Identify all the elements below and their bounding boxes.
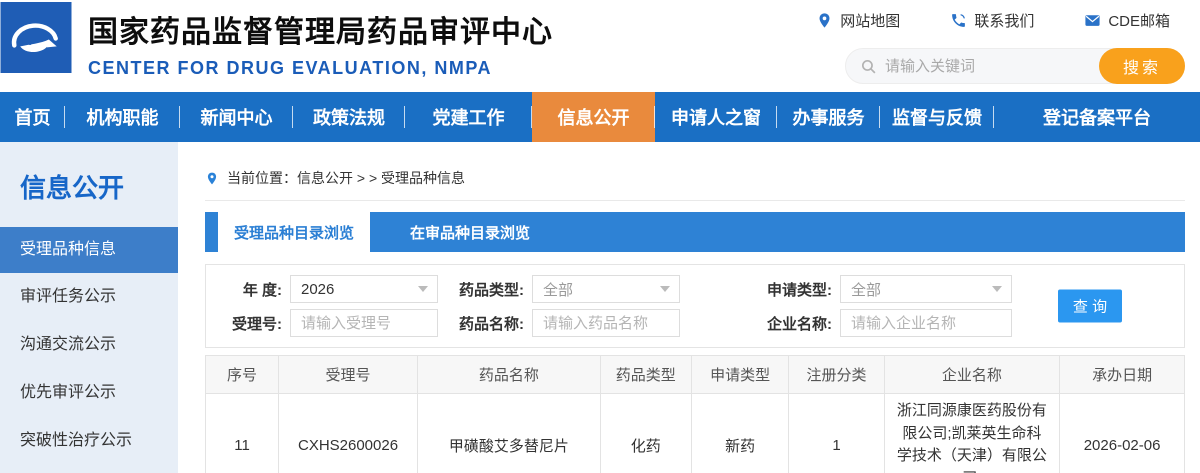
sitemap-link[interactable]: 网站地图 bbox=[816, 10, 900, 31]
mail-icon bbox=[1085, 15, 1100, 26]
accept-no-input[interactable] bbox=[290, 309, 438, 337]
apply-type-label: 申请类型: bbox=[767, 281, 832, 299]
chevron-down-icon bbox=[660, 286, 670, 292]
cell-company: 浙江同源康医药股份有限公司;凯莱英生命科学技术（天津）有限公司; bbox=[883, 393, 1061, 473]
main-nav: 首页 机构职能 新闻中心 政策法规 党建工作 信息公开 申请人之窗 办事服务 监… bbox=[0, 92, 1200, 142]
col-company: 企业名称 bbox=[883, 355, 1061, 394]
company-input[interactable] bbox=[840, 309, 1012, 337]
drug-name-label: 药品名称: bbox=[459, 315, 524, 333]
sidebar-menu: 受理品种信息 审评任务公示 沟通交流公示 优先审评公示 突破性治疗公示 bbox=[0, 227, 178, 465]
table-header-row: 序号 受理号 药品名称 药品类型 申请类型 注册分类 企业名称 承办日期 bbox=[204, 355, 1185, 394]
nav-item-party[interactable]: 党建工作 bbox=[405, 92, 532, 142]
nav-item-registration-platform[interactable]: 登记备案平台 bbox=[994, 92, 1200, 142]
content-area: 当前位置：信息公开 > > 受理品种信息 受理品种目录浏览 在审品种目录浏览 年… bbox=[178, 142, 1200, 473]
search-bar: 搜索 bbox=[845, 48, 1185, 84]
location-pin-icon bbox=[207, 172, 217, 184]
sitemap-label: 网站地图 bbox=[840, 13, 901, 30]
col-date: 承办日期 bbox=[1059, 355, 1185, 394]
col-apply-type: 申请类型 bbox=[690, 355, 790, 394]
col-seq: 序号 bbox=[204, 355, 280, 394]
query-button[interactable]: 查 询 bbox=[1058, 289, 1122, 323]
cell-drug-type: 化药 bbox=[599, 393, 692, 473]
chevron-down-icon bbox=[418, 286, 428, 292]
cell-drug-name: 甲磺酸艾多替尼片 bbox=[417, 393, 601, 473]
nav-item-policy[interactable]: 政策法规 bbox=[293, 92, 405, 142]
site-subtitle: CENTER FOR DRUG EVALUATION, NMPA bbox=[88, 58, 492, 78]
year-select[interactable]: 2026 bbox=[290, 275, 438, 303]
nav-item-info-disclosure[interactable]: 信息公开 bbox=[532, 92, 655, 142]
accept-no-label: 受理号: bbox=[232, 315, 282, 333]
filter-row-2: 受理号: 药品名称: 企业名称: bbox=[218, 309, 1184, 337]
cell-seq: 11 bbox=[204, 393, 280, 473]
nav-item-supervision[interactable]: 监督与反馈 bbox=[880, 92, 994, 142]
location-pin-icon bbox=[819, 13, 830, 28]
year-label: 年 度: bbox=[242, 281, 282, 299]
nav-item-services[interactable]: 办事服务 bbox=[777, 92, 880, 142]
breadcrumb: 当前位置：信息公开 > > 受理品种信息 bbox=[205, 168, 1185, 201]
site-title: 国家药品监督管理局药品审评中心 bbox=[88, 16, 553, 49]
col-reg-class: 注册分类 bbox=[788, 355, 885, 394]
sidebar: 信息公开 受理品种信息 审评任务公示 沟通交流公示 优先审评公示 突破性治疗公示 bbox=[0, 142, 178, 473]
tab-under-review-catalog[interactable]: 在审品种目录浏览 bbox=[386, 212, 554, 252]
contact-link[interactable]: 联系我们 bbox=[950, 10, 1034, 31]
tab-accepted-catalog[interactable]: 受理品种目录浏览 bbox=[218, 212, 370, 252]
nav-item-news[interactable]: 新闻中心 bbox=[180, 92, 293, 142]
apply-type-select[interactable]: 全部 bbox=[840, 275, 1012, 303]
sidebar-item-review-tasks[interactable]: 审评任务公示 bbox=[0, 273, 178, 321]
mailbox-label: CDE邮箱 bbox=[1108, 13, 1170, 30]
sidebar-item-accepted-varieties[interactable]: 受理品种信息 bbox=[0, 227, 178, 273]
col-drug-name: 药品名称 bbox=[417, 355, 601, 394]
contact-label: 联系我们 bbox=[974, 13, 1035, 30]
drug-type-select[interactable]: 全部 bbox=[532, 275, 680, 303]
apply-type-value: 全部 bbox=[851, 281, 882, 299]
fish-swirl-icon bbox=[0, 2, 72, 73]
sidebar-item-breakthrough-therapy[interactable]: 突破性治疗公示 bbox=[0, 417, 178, 465]
sidebar-item-priority-review[interactable]: 优先审评公示 bbox=[0, 369, 178, 417]
col-drug-type: 药品类型 bbox=[599, 355, 692, 394]
quick-links: 网站地图 联系我们 CDE邮箱 bbox=[816, 10, 1170, 31]
table-row: 11 CXHS2600026 甲磺酸艾多替尼片 化药 新药 1 浙江同源康医药股… bbox=[204, 393, 1185, 473]
filter-row-1: 年 度: 2026 药品类型: 全部 申请类型: 全部 bbox=[218, 275, 1184, 303]
company-label: 企业名称: bbox=[767, 315, 832, 333]
drug-type-value: 全部 bbox=[543, 281, 574, 299]
site-titles: 国家药品监督管理局药品审评中心 CENTER FOR DRUG EVALUATI… bbox=[88, 7, 553, 79]
phone-icon bbox=[952, 14, 966, 27]
cell-date: 2026-02-06 bbox=[1059, 393, 1185, 473]
cde-logo[interactable] bbox=[0, 2, 72, 73]
nav-item-home[interactable]: 首页 bbox=[0, 92, 65, 142]
search-input[interactable] bbox=[877, 57, 1099, 75]
col-accept-no: 受理号 bbox=[278, 355, 419, 394]
nav-item-applicant-window[interactable]: 申请人之窗 bbox=[655, 92, 777, 142]
tab-bar: 受理品种目录浏览 在审品种目录浏览 bbox=[205, 212, 1185, 252]
site-header: 国家药品监督管理局药品审评中心 CENTER FOR DRUG EVALUATI… bbox=[0, 0, 1200, 92]
sidebar-title: 信息公开 bbox=[20, 173, 125, 203]
results-table: 序号 受理号 药品名称 药品类型 申请类型 注册分类 企业名称 承办日期 11 … bbox=[204, 355, 1185, 473]
filter-panel: 年 度: 2026 药品类型: 全部 申请类型: 全部 受理号: 请输入受理号 … bbox=[205, 264, 1185, 348]
cell-accept-no: CXHS2600026 bbox=[278, 393, 419, 473]
main-area: 信息公开 受理品种信息 审评任务公示 沟通交流公示 优先审评公示 突破性治疗公示… bbox=[0, 142, 1200, 473]
chevron-down-icon bbox=[992, 286, 1002, 292]
breadcrumb-text[interactable]: 当前位置：信息公开 > > 受理品种信息 bbox=[227, 168, 465, 188]
sidebar-item-communication[interactable]: 沟通交流公示 bbox=[0, 321, 178, 369]
nav-item-functions[interactable]: 机构职能 bbox=[65, 92, 180, 142]
year-value: 2026 bbox=[301, 280, 335, 298]
cell-apply-type: 新药 bbox=[690, 393, 790, 473]
mailbox-link[interactable]: CDE邮箱 bbox=[1084, 10, 1170, 31]
search-icon bbox=[861, 59, 876, 73]
search-button[interactable]: 搜索 bbox=[1099, 48, 1185, 84]
cell-reg-class: 1 bbox=[788, 393, 885, 473]
drug-name-input[interactable] bbox=[532, 309, 680, 337]
drug-type-label: 药品类型: bbox=[459, 281, 524, 299]
